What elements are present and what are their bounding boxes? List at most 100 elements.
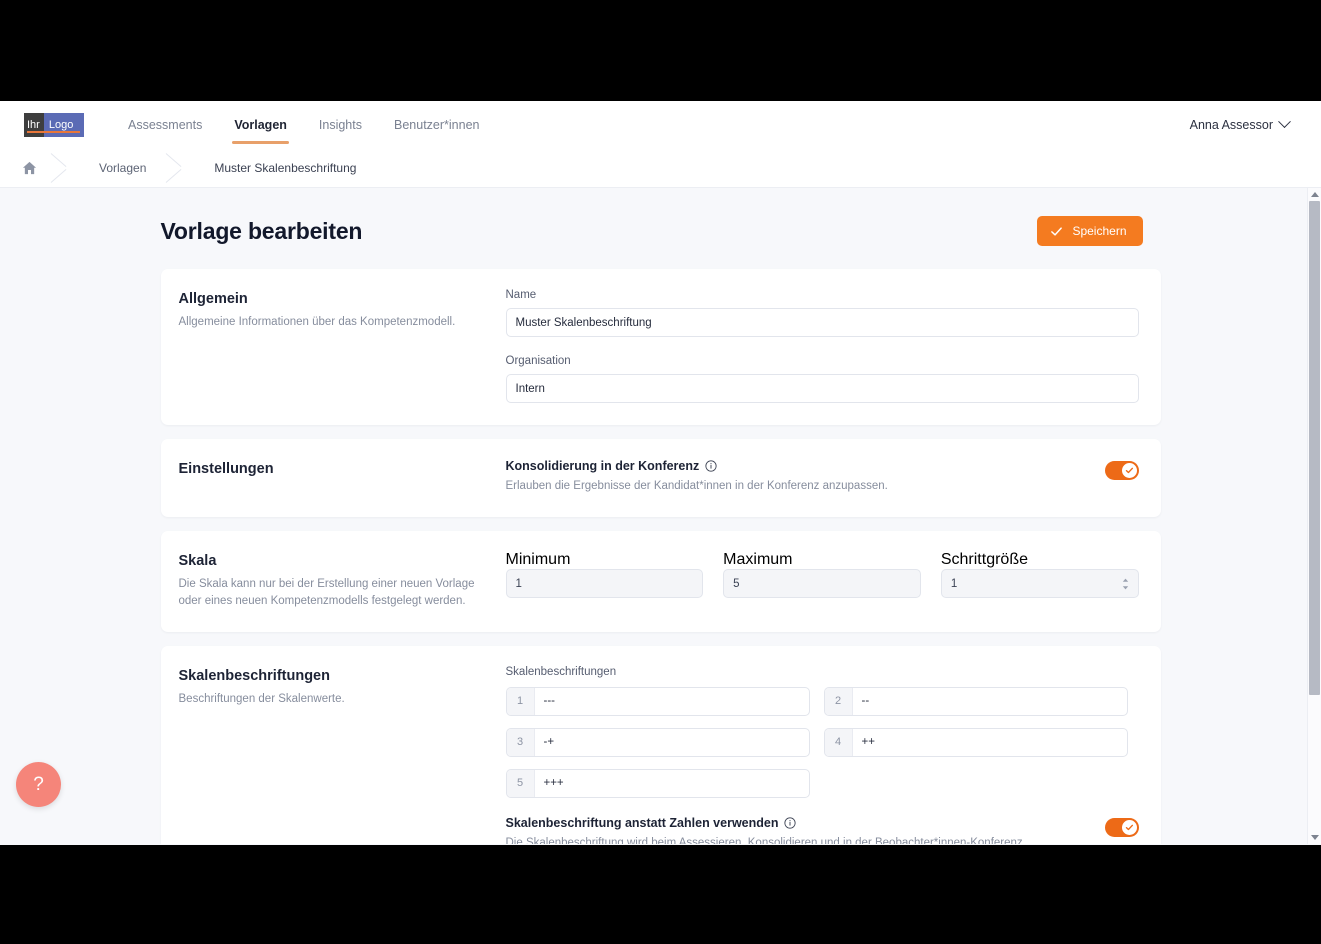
page-content: Vorlage bearbeiten Speichern Allgemein A… [160,188,1161,844]
triangle-up-icon [1310,192,1319,197]
card-allgemein-description: Allgemeine Informationen über das Kompet… [178,316,456,328]
scale-labels-grid: 1 2 3 4 [505,686,1139,798]
field-organisation-label: Organisation [505,355,571,367]
scale-label-input-3[interactable] [534,728,809,756]
breadcrumb-separator [164,149,190,187]
nav-tab-benutzerinnen[interactable]: Benutzer*innen [378,102,495,148]
triangle-down-icon [1310,835,1319,840]
card-einstellungen-fields: Konsolidierung in der Konferenz Erlauben… [506,439,1161,517]
scrollbar-thumb[interactable] [1308,201,1320,695]
setting-konsolidierung-title-row: Konsolidierung in der Konferenz [506,459,1075,473]
card-allgemein: Allgemein Allgemeine Informationen über … [160,269,1161,425]
card-skalenbeschriftungen-fields: Skalenbeschriftungen 1 2 3 [505,646,1161,844]
scrollbar-track[interactable] [1308,201,1321,831]
nav-tab-vorlagen[interactable]: Vorlagen [218,102,303,148]
breadcrumb-item-vorlagen[interactable]: Vorlagen [75,149,164,187]
card-einstellungen: Einstellungen Konsolidierung in der Konf… [160,439,1161,518]
app-logo[interactable]: Ihr Logo [24,112,84,137]
field-name: Name [505,289,1139,337]
name-input[interactable] [505,308,1139,337]
logo-left-text: Ihr [24,112,44,137]
scale-label-item: 5 [505,768,810,798]
card-skalenbeschriftungen: Skalenbeschriftungen Beschriftungen der … [160,645,1161,844]
card-allgemein-heading: Allgemein [178,291,248,307]
scale-label-item: 3 [505,727,810,757]
setting-konsolidierung-text: Konsolidierung in der Konferenz Erlauben… [506,459,1105,495]
card-allgemein-info: Allgemein Allgemeine Informationen über … [161,269,506,425]
user-menu[interactable]: Anna Assessor [1189,115,1297,132]
setting-konsolidierung-description: Erlauben die Ergebnisse der Kandidat*inn… [505,480,888,492]
field-schrittgroesse: Schrittgröße [940,551,1139,599]
setting-use-labels-text: Skalenbeschriftung anstatt Zahlen verwen… [506,816,1105,844]
field-maximum-label: Maximum [723,551,793,569]
check-icon [1125,467,1133,474]
logo-right-text: Logo [43,112,84,137]
breadcrumb-item-current: Muster Skalenbeschriftung [214,161,357,175]
logo-underline [27,131,80,133]
top-navigation-bar: Ihr Logo Assessments Vorlagen Insights B… [0,101,1321,149]
toggle-konsolidierung[interactable] [1104,461,1139,480]
card-skala-description: Die Skala kann nur bei der Erstellung ei… [178,578,475,607]
card-skala-info: Skala Die Skala kann nur bei der Erstell… [161,531,506,631]
scrollbar-up-arrow[interactable] [1308,188,1321,201]
breadcrumb: Vorlagen Muster Skalenbeschriftung [0,149,1321,188]
card-skala-fields: Minimum Maximum Schrittgröße [505,531,1161,631]
scale-field-row: Minimum Maximum Schrittgröße [505,551,1139,599]
card-allgemein-fields: Name Organisation [505,269,1161,425]
scale-label-input-2[interactable] [852,687,1127,715]
check-icon [1051,226,1063,236]
setting-use-labels-title: Skalenbeschriftung anstatt Zahlen verwen… [505,815,779,830]
organisation-input[interactable] [505,374,1139,403]
scale-label-number: 1 [506,687,535,715]
maximum-input[interactable] [723,569,921,599]
app-window: Ihr Logo Assessments Vorlagen Insights B… [0,101,1321,845]
minimum-input[interactable] [505,569,704,599]
field-minimum-label: Minimum [505,551,571,569]
field-name-label: Name [505,289,537,301]
scale-label-number: 3 [506,728,535,756]
info-icon[interactable] [705,460,717,472]
scale-label-number: 5 [506,769,535,797]
save-button[interactable]: Speichern [1037,216,1143,246]
nav-tab-assessments[interactable]: Assessments [112,102,218,148]
schrittgroesse-stepper [940,569,1139,599]
chevron-down-icon [1278,115,1291,129]
page-header: Vorlage bearbeiten Speichern [161,216,1161,246]
field-maximum: Maximum [723,551,921,599]
nav-tabs: Assessments Vorlagen Insights Benutzer*i… [112,102,495,148]
setting-use-labels-description: Die Skalenbeschriftung wird beim Assessi… [505,836,1023,844]
scrollbar-down-arrow[interactable] [1308,831,1321,844]
save-button-label: Speichern [1072,224,1127,238]
field-organisation: Organisation [505,355,1139,403]
scale-labels-field-label: Skalenbeschriftungen [505,665,617,678]
setting-konsolidierung-title: Konsolidierung in der Konferenz [505,459,700,473]
setting-use-labels: Skalenbeschriftung anstatt Zahlen verwen… [506,816,1139,844]
breadcrumb-home[interactable] [0,149,49,187]
scale-label-item: 1 [505,686,810,716]
scale-label-item: 4 [823,727,1128,757]
scale-label-item: 2 [823,686,1128,716]
breadcrumb-separator [49,149,75,187]
page-scroll-area: Vorlage bearbeiten Speichern Allgemein A… [0,188,1321,844]
card-skala: Skala Die Skala kann nur bei der Erstell… [160,531,1161,632]
card-skalenbeschriftungen-info: Skalenbeschriftungen Beschriftungen der … [161,646,506,844]
toggle-use-labels[interactable] [1104,817,1139,837]
help-button[interactable]: ? [16,762,61,807]
nav-tab-insights[interactable]: Insights [303,102,378,148]
scale-label-number: 2 [824,687,853,715]
user-menu-label: Anna Assessor [1189,117,1273,132]
scale-label-input-5[interactable] [534,769,809,797]
info-icon[interactable] [784,817,797,829]
toggle-knob [1121,463,1137,478]
field-schrittgroesse-label: Schrittgröße [940,551,1028,569]
card-einstellungen-info: Einstellungen [161,439,506,517]
toggle-knob [1121,819,1137,835]
vertical-scrollbar[interactable] [1307,188,1321,844]
scale-label-input-4[interactable] [852,728,1127,756]
field-minimum: Minimum [505,551,704,599]
scale-label-input-1[interactable] [534,687,809,715]
page-title: Vorlage bearbeiten [160,217,363,244]
schrittgroesse-input[interactable] [940,569,1139,599]
check-icon [1125,824,1133,830]
setting-use-labels-title-row: Skalenbeschriftung anstatt Zahlen verwen… [506,816,1075,830]
